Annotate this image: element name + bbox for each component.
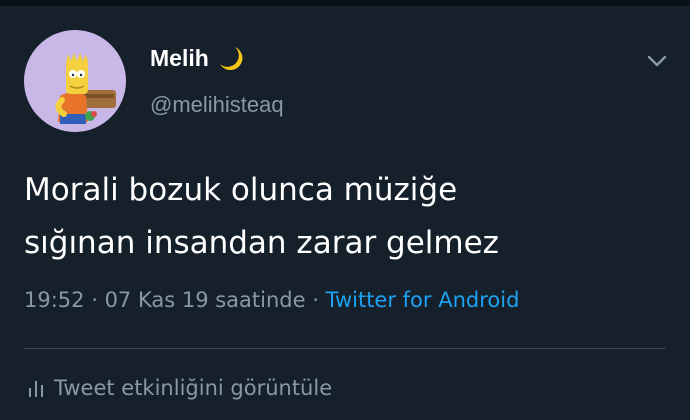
author-name[interactable]: Melih bbox=[150, 44, 245, 72]
tweet-text-line: sığınan insandan zarar gelmez bbox=[24, 225, 499, 261]
tweet-time[interactable]: 19:52 bbox=[24, 288, 85, 312]
bar-chart-icon bbox=[29, 381, 43, 397]
tweet-text: Morali bozuk olunca müziğe sığınan insan… bbox=[24, 164, 664, 270]
tweet-source-link[interactable]: Twitter for Android bbox=[326, 288, 520, 312]
activity-label: Tweet etkinliğini görüntüle bbox=[54, 376, 333, 400]
chevron-down-icon[interactable] bbox=[645, 52, 669, 70]
author-display-name: Melih bbox=[150, 44, 209, 71]
tweet-date[interactable]: 07 Kas 19 saatinde bbox=[105, 288, 306, 312]
author-handle[interactable]: @melihisteaq bbox=[150, 92, 284, 118]
tweet-card: Melih @melihisteaq Morali bozuk olunca m… bbox=[0, 6, 690, 420]
crescent-moon-icon bbox=[219, 47, 243, 71]
divider bbox=[24, 348, 666, 349]
tweet-text-line: Morali bozuk olunca müziğe bbox=[24, 172, 458, 208]
tweet-activity-link[interactable]: Tweet etkinliğini görüntüle bbox=[28, 376, 332, 400]
avatar[interactable] bbox=[24, 30, 126, 132]
meta-separator: · bbox=[84, 288, 105, 312]
meta-separator: · bbox=[305, 288, 326, 312]
tweet-meta: 19:52 · 07 Kas 19 saatinde · Twitter for… bbox=[24, 288, 519, 312]
cartoon-avatar-icon bbox=[55, 53, 116, 124]
